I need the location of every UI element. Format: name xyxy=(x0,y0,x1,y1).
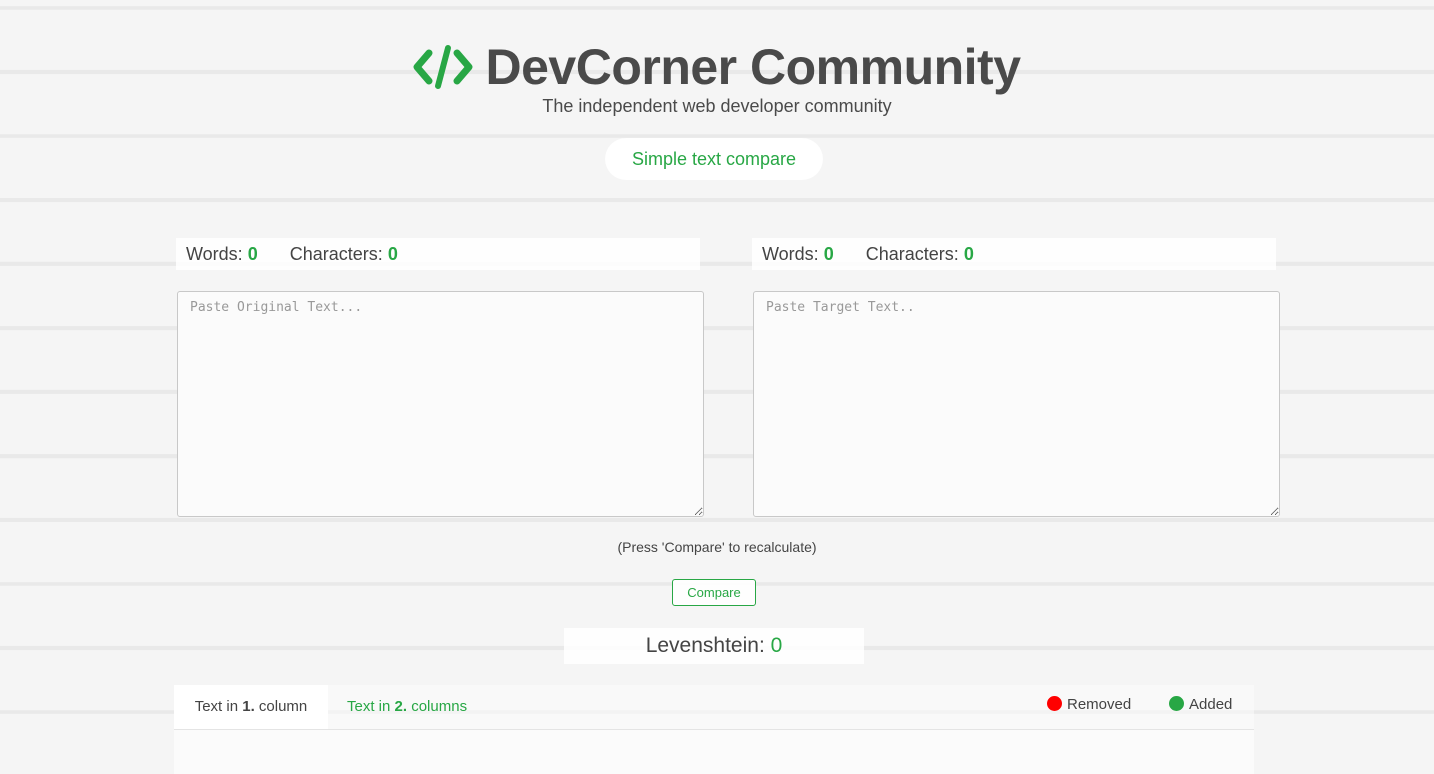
added-dot-icon xyxy=(1169,696,1184,711)
target-words-label: Words: xyxy=(762,244,819,264)
mode-simple-text-compare[interactable]: Simple text compare xyxy=(605,138,823,180)
recalculate-hint: (Press 'Compare' to recalculate) xyxy=(617,539,817,555)
legend-added: Added xyxy=(1169,685,1232,725)
tab-one-column-prefix: Text in xyxy=(194,698,243,715)
original-chars-count: 0 xyxy=(387,244,398,264)
code-brackets-icon xyxy=(413,43,473,91)
tab-two-columns-num: 2. xyxy=(394,698,408,715)
site-title: DevCorner Community xyxy=(485,39,1021,95)
tab-two-columns-prefix: Text in xyxy=(347,698,395,715)
legend-removed: Removed xyxy=(1047,685,1131,725)
original-text-stats: Words: 0 Characters: 0 xyxy=(176,238,700,270)
tab-one-column[interactable]: Text in 1. column xyxy=(174,685,328,729)
site-header: DevCorner Community xyxy=(0,38,1434,96)
target-chars-count: 0 xyxy=(963,244,974,264)
result-tabs: Text in 1. column Text in 2. columns Rem… xyxy=(174,685,1254,729)
levenshtein-label: Levenshtein: xyxy=(645,634,765,657)
target-chars-label: Characters: xyxy=(865,244,959,264)
legend-removed-label: Removed xyxy=(1067,696,1132,713)
removed-dot-icon xyxy=(1047,696,1062,711)
legend-added-label: Added xyxy=(1189,696,1233,713)
original-words-label: Words: xyxy=(186,244,243,264)
target-words-count: 0 xyxy=(823,244,834,264)
original-chars-label: Characters: xyxy=(289,244,383,264)
site-tagline: The independent web developer community xyxy=(542,96,892,116)
levenshtein-result: Levenshtein: 0 xyxy=(564,628,864,664)
brand[interactable]: DevCorner Community xyxy=(413,38,1021,96)
tab-one-column-num: 1. xyxy=(242,698,255,715)
tab-two-columns[interactable]: Text in 2. columns xyxy=(347,685,467,729)
target-text-input[interactable] xyxy=(753,291,1280,517)
tab-one-column-suffix: column xyxy=(254,698,308,715)
original-text-input[interactable] xyxy=(177,291,704,517)
diff-result-area xyxy=(174,729,1254,774)
levenshtein-value: 0 xyxy=(770,634,783,657)
compare-button[interactable]: Compare xyxy=(672,579,756,606)
tab-two-columns-suffix: columns xyxy=(407,698,468,715)
target-text-stats: Words: 0 Characters: 0 xyxy=(752,238,1276,270)
original-words-count: 0 xyxy=(247,244,258,264)
